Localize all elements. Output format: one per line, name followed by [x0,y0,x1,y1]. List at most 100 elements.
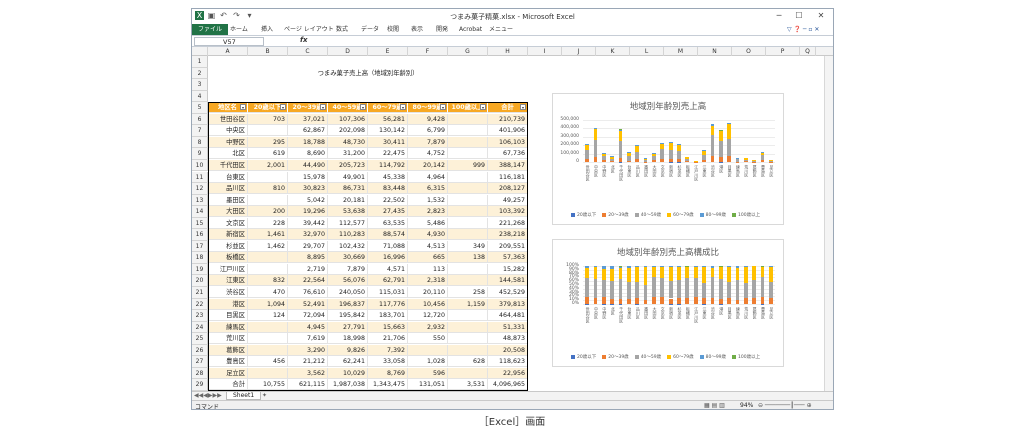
column-header[interactable]: Q [800,47,816,56]
table-cell[interactable]: 12,720 [408,310,448,322]
table-cell[interactable]: 619 [248,148,288,160]
table-cell[interactable]: 新宿区 [208,229,248,241]
table-cell[interactable]: 港区 [208,298,248,310]
table-cell[interactable]: 130,142 [368,125,408,137]
table-cell[interactable]: 20,181 [328,194,368,206]
table-cell[interactable] [448,275,488,287]
table-cell[interactable]: 台東区 [208,171,248,183]
table-cell[interactable] [248,171,288,183]
table-cell[interactable]: 48,873 [488,333,528,345]
table-cell[interactable]: 115,031 [368,287,408,298]
table-cell[interactable] [448,333,488,345]
table-cell[interactable]: 665 [408,252,448,264]
new-sheet-icon[interactable]: ✦ [262,392,267,399]
filter-dropdown-icon[interactable]: ▾ [280,104,286,111]
filter-dropdown-icon[interactable]: ▾ [480,104,486,111]
column-header[interactable]: M [664,47,698,56]
table-cell[interactable]: 7,619 [288,333,328,345]
table-cell[interactable]: 30,823 [288,183,328,195]
table-cell[interactable]: 3,562 [288,367,328,379]
table-cell[interactable]: 202,098 [328,125,368,137]
table-cell[interactable]: 117,776 [368,298,408,310]
column-header[interactable]: A [208,47,248,56]
table-cell[interactable]: 550 [408,333,448,345]
table-cell[interactable]: 7,879 [408,136,448,148]
table-cell[interactable]: 6,315 [408,183,448,195]
table-cell[interactable]: 19,296 [288,206,328,218]
table-cell[interactable]: 4,964 [408,171,448,183]
table-cell[interactable] [448,217,488,229]
vertical-scrollbar[interactable] [824,56,833,391]
ribbon-tab[interactable]: ファイル [192,24,229,35]
table-cell[interactable]: 中野区 [208,136,248,148]
row-header[interactable]: 8 [192,136,208,149]
table-cell[interactable]: 5,486 [408,217,448,229]
table-cell[interactable]: 1,159 [448,298,488,310]
table-cell[interactable]: 4,930 [408,229,448,241]
column-header[interactable]: L [630,47,664,56]
table-cell[interactable] [448,136,488,148]
table-cell[interactable]: 112,577 [328,217,368,229]
table-cell[interactable]: 200 [248,206,288,218]
table-cell[interactable]: 388,147 [488,159,528,171]
table-cell[interactable]: 千代田区 [208,159,248,171]
table-cell[interactable]: 138 [448,252,488,264]
ribbon-tab[interactable]: 挿入 [261,25,273,35]
ribbon-tab[interactable]: 開発 [436,25,448,35]
table-cell[interactable]: 118,623 [488,356,528,368]
table-cell[interactable]: 832 [248,275,288,287]
table-cell[interactable]: 999 [448,159,488,171]
ribbon-tab[interactable]: 表示 [411,25,423,35]
table-cell[interactable] [448,263,488,275]
table-cell[interactable]: 1,028 [408,356,448,368]
table-cell[interactable]: 豊島区 [208,356,248,368]
chart-area[interactable]: 地域別年齢別売上高 500,000 400,000 300,000 200,000 100… [552,93,784,225]
table-cell[interactable]: 1,094 [248,298,288,310]
table-cell[interactable]: 22,564 [288,275,328,287]
table-cell[interactable]: 57,363 [488,252,528,264]
row-header[interactable]: 1 [192,56,208,68]
row-header[interactable]: 22 [192,298,208,311]
row-header[interactable]: 29 [192,379,208,391]
column-header[interactable]: F [408,47,448,56]
filter-dropdown-icon[interactable]: ▾ [520,104,526,111]
table-cell[interactable]: 52,491 [288,298,328,310]
row-header[interactable]: 15 [192,217,208,230]
table-header-cell[interactable]: 地区名 ▾ [208,102,248,114]
table-cell[interactable]: 470 [248,287,288,298]
table-cell[interactable]: 114,792 [368,159,408,171]
table-cell[interactable]: 21,706 [368,333,408,345]
table-cell[interactable]: 464,481 [488,310,528,322]
row-header[interactable]: 26 [192,344,208,357]
table-cell[interactable]: 27,435 [368,206,408,218]
table-cell[interactable]: 15,282 [488,263,528,275]
table-cell[interactable]: 18,788 [288,136,328,148]
row-header[interactable]: 7 [192,125,208,137]
view-buttons-icon[interactable]: ▦ ▤ ▥ [704,402,725,409]
column-header[interactable]: G [448,47,488,56]
table-cell[interactable] [448,194,488,206]
table-cell[interactable] [248,321,288,333]
table-cell[interactable]: 53,638 [328,206,368,218]
table-cell[interactable]: 1,462 [248,240,288,252]
table-cell[interactable]: 703 [248,113,288,125]
filter-dropdown-icon[interactable]: ▾ [240,104,246,111]
row-header[interactable]: 21 [192,287,208,299]
row-header[interactable]: 20 [192,275,208,287]
table-cell[interactable] [448,344,488,356]
column-header[interactable]: P [766,47,800,56]
row-header[interactable]: 6 [192,113,208,126]
row-header[interactable]: 9 [192,148,208,160]
table-cell[interactable]: 86,731 [328,183,368,195]
table-cell[interactable]: 渋谷区 [208,287,248,298]
table-cell[interactable]: 4,513 [408,240,448,252]
table-cell[interactable]: 48,730 [328,136,368,148]
table-cell[interactable]: 221,268 [488,217,528,229]
table-cell[interactable]: 大田区 [208,206,248,218]
table-cell[interactable]: 238,218 [488,229,528,241]
table-cell[interactable]: 2,318 [408,275,448,287]
table-cell[interactable]: 江戸川区 [208,263,248,275]
column-header[interactable]: C [288,47,328,56]
table-cell[interactable] [448,171,488,183]
zoom-slider[interactable]: ⊖ ───────┃─── ⊕ [758,402,812,409]
